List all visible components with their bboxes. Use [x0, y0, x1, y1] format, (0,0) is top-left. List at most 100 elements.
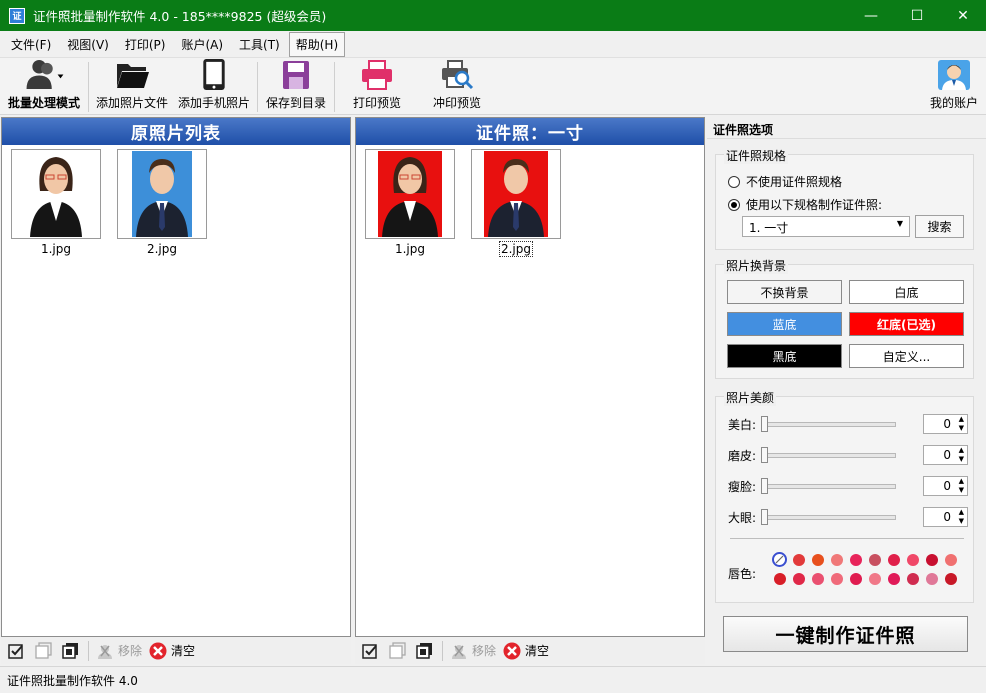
- clear-button-label[interactable]: 清空: [171, 642, 195, 659]
- remove-button-label[interactable]: 移除: [118, 642, 142, 659]
- save-dir-label: 保存到目录: [265, 96, 326, 110]
- id-panel-actions: 移除 清空: [355, 637, 705, 664]
- slider-handle[interactable]: [761, 508, 768, 525]
- bg-red-button[interactable]: 红底(已选): [849, 312, 964, 336]
- clear-button-label[interactable]: 清空: [525, 642, 549, 659]
- spin-arrows-icon[interactable]: ▲ ▼: [959, 446, 964, 464]
- printer-magnifier-icon: [442, 60, 474, 90]
- menu-print[interactable]: 打印(P): [118, 32, 173, 57]
- lip-color-swatch[interactable]: [926, 554, 938, 566]
- lip-color-swatch[interactable]: [869, 573, 881, 585]
- lip-color-swatch[interactable]: [812, 554, 824, 566]
- bg-white-button[interactable]: 白底: [849, 280, 964, 304]
- my-account-button[interactable]: 我的账户: [925, 58, 983, 115]
- original-panel-actions: 移除 清空: [1, 637, 351, 664]
- whiten-spinbox[interactable]: 0 ▲ ▼: [923, 414, 968, 434]
- menu-help[interactable]: 帮助(H): [288, 31, 346, 57]
- lip-color-swatch[interactable]: [850, 573, 862, 585]
- develop-preview-button[interactable]: 冲印预览: [425, 58, 489, 115]
- big-eye-value: 0: [943, 510, 951, 524]
- lip-color-swatch[interactable]: [812, 573, 824, 585]
- print-preview-label: 打印预览: [352, 96, 401, 110]
- photo-thumbnail[interactable]: 1.jpg: [11, 149, 101, 256]
- radio-circle[interactable]: [728, 175, 740, 188]
- my-account-label: 我的账户: [929, 96, 978, 110]
- slim-face-label: 瘦脸:: [728, 479, 757, 494]
- slider-handle[interactable]: [761, 477, 768, 494]
- add-photo-button[interactable]: 添加照片文件: [93, 58, 171, 115]
- id-photo-thumbnail[interactable]: 1.jpg: [365, 149, 455, 256]
- clear-icon[interactable]: [501, 640, 523, 662]
- menu-view[interactable]: 视图(V): [60, 32, 116, 57]
- bg-blue-button[interactable]: 蓝底: [727, 312, 842, 336]
- spin-arrows-icon[interactable]: ▲ ▼: [959, 477, 964, 495]
- whiten-slider[interactable]: [761, 415, 896, 432]
- lip-color-swatch[interactable]: [945, 573, 957, 585]
- lip-color-swatch[interactable]: [850, 554, 862, 566]
- lip-color-swatch[interactable]: [926, 573, 938, 585]
- spec-group-title: 证件照规格: [724, 147, 789, 164]
- lip-color-swatch[interactable]: [907, 573, 919, 585]
- batch-mode-button[interactable]: 批量处理模式: [4, 58, 84, 115]
- bg-black-button[interactable]: 黑底: [727, 344, 842, 368]
- toolbar-divider: [257, 62, 258, 112]
- slim-face-spinbox[interactable]: 0 ▲ ▼: [923, 476, 968, 496]
- lip-color-swatch[interactable]: [907, 554, 919, 566]
- lip-color-none-swatch[interactable]: [772, 552, 787, 567]
- photo-frame: [471, 149, 561, 239]
- beauty-group: 照片美颜 美白: 0 ▲ ▼ 磨皮: 0 ▲ ▼ 瘦脸: 0 ▲ ▼ 大眼: 0 ▲ ▼ 唇色:: [715, 389, 974, 603]
- smooth-spinbox[interactable]: 0 ▲ ▼: [923, 445, 968, 465]
- clear-icon[interactable]: [147, 640, 169, 662]
- radio-use-spec[interactable]: 使用以下规格制作证件照:: [728, 196, 882, 213]
- big-eye-slider[interactable]: [761, 508, 896, 525]
- uncheck-icon[interactable]: [387, 640, 409, 662]
- invert-selection-icon[interactable]: [414, 640, 436, 662]
- photo-filename: 2.jpg: [146, 242, 178, 256]
- slim-face-slider[interactable]: [761, 477, 896, 494]
- print-preview-button[interactable]: 打印预览: [345, 58, 409, 115]
- slider-handle[interactable]: [761, 415, 768, 432]
- minimize-button[interactable]: —: [848, 0, 894, 31]
- menu-file[interactable]: 文件(F): [4, 32, 58, 57]
- spin-arrows-icon[interactable]: ▲ ▼: [959, 415, 964, 433]
- size-select[interactable]: 1. 一寸 ▼: [742, 216, 910, 237]
- big-eye-spinbox[interactable]: 0 ▲ ▼: [923, 507, 968, 527]
- id-photo-thumbnail[interactable]: 2.jpg: [471, 149, 561, 257]
- spec-group: 证件照规格 不使用证件照规格 使用以下规格制作证件照: 1. 一寸 ▼ 搜索: [715, 147, 974, 250]
- photo-filename: 1.jpg: [394, 242, 426, 256]
- lip-color-swatch[interactable]: [831, 554, 843, 566]
- maximize-button[interactable]: ☐: [894, 0, 940, 31]
- lip-color-swatch[interactable]: [888, 554, 900, 566]
- smooth-slider[interactable]: [761, 446, 896, 463]
- add-phone-photo-button[interactable]: 添加手机照片: [175, 58, 253, 115]
- lip-color-swatch[interactable]: [774, 573, 786, 585]
- photo-filename: 2.jpg: [498, 241, 534, 257]
- menu-account[interactable]: 账户(A): [174, 32, 230, 57]
- photo-thumbnail[interactable]: 2.jpg: [117, 149, 207, 256]
- make-id-photo-button[interactable]: 一键制作证件照: [723, 616, 968, 652]
- save-to-dir-button[interactable]: 保存到目录: [262, 58, 330, 115]
- uncheck-icon[interactable]: [33, 640, 55, 662]
- bg-custom-button[interactable]: 自定义...: [849, 344, 964, 368]
- check-all-icon[interactable]: [360, 640, 382, 662]
- close-button[interactable]: ✕: [940, 0, 986, 31]
- lip-color-swatch[interactable]: [945, 554, 957, 566]
- printer-icon: [362, 60, 392, 90]
- remove-icon[interactable]: [448, 640, 470, 662]
- remove-button-label[interactable]: 移除: [472, 642, 496, 659]
- search-button[interactable]: 搜索: [915, 215, 964, 238]
- lip-color-swatch[interactable]: [793, 554, 805, 566]
- lip-color-swatch[interactable]: [869, 554, 881, 566]
- lip-color-swatch[interactable]: [831, 573, 843, 585]
- radio-circle-selected[interactable]: [728, 198, 740, 211]
- bg-no-change-button[interactable]: 不换背景: [727, 280, 842, 304]
- invert-selection-icon[interactable]: [60, 640, 82, 662]
- remove-icon[interactable]: [94, 640, 116, 662]
- lip-color-swatch[interactable]: [793, 573, 805, 585]
- menu-tools[interactable]: 工具(T): [232, 32, 287, 57]
- slider-handle[interactable]: [761, 446, 768, 463]
- radio-no-spec[interactable]: 不使用证件照规格: [728, 173, 842, 190]
- check-all-icon[interactable]: [6, 640, 28, 662]
- spin-arrows-icon[interactable]: ▲ ▼: [959, 508, 964, 526]
- lip-color-swatch[interactable]: [888, 573, 900, 585]
